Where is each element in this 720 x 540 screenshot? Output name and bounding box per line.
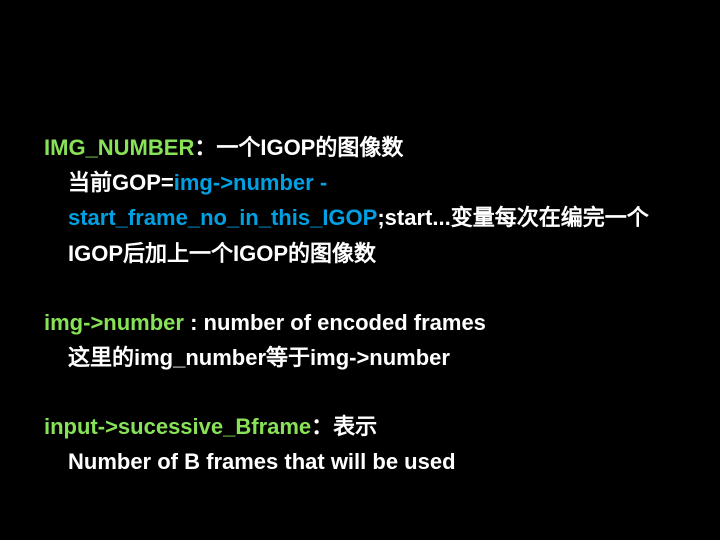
def-img-number-macro-line4: IGOP后加上一个IGOP的图像数 — [44, 236, 676, 271]
def-img-number-field-line2: 这里的img_number等于img->number — [44, 340, 676, 375]
def-img-number-macro-line2: 当前GOP=img->number - — [44, 165, 676, 200]
expr-img-number: img->number — [174, 170, 314, 195]
term-img-number-macro: IMG_NUMBER — [44, 135, 194, 160]
term-successive-bframe: input->sucessive_Bframe — [44, 414, 311, 439]
text: Number of B frames that will be used — [68, 449, 456, 474]
def-img-number-field: img->number : number of encoded frames — [44, 305, 676, 340]
text: IGOP后加上一个IGOP的图像数 — [68, 241, 376, 266]
def-successive-bframe-line2: Number of B frames that will be used — [44, 444, 676, 479]
text: 当前GOP= — [68, 170, 174, 195]
text: ：表示 — [311, 414, 377, 439]
text: : number of encoded frames — [184, 310, 486, 335]
slide-content: IMG_NUMBER：一个IGOP的图像数 当前GOP=img->number … — [0, 0, 720, 540]
expr-minus: - — [314, 170, 334, 195]
expr-start-frame-no: start_frame_no_in_this_IGOP — [68, 205, 377, 230]
text: ：一个IGOP的图像数 — [194, 135, 403, 160]
def-successive-bframe: input->sucessive_Bframe：表示 — [44, 409, 676, 444]
text: ;start...变量每次在编完一个 — [377, 205, 648, 230]
def-img-number-macro-line3: start_frame_no_in_this_IGOP;start...变量每次… — [44, 200, 676, 235]
def-img-number-macro: IMG_NUMBER：一个IGOP的图像数 — [44, 130, 676, 165]
text: 这里的img_number等于img->number — [68, 345, 450, 370]
term-img-number-field: img->number — [44, 310, 184, 335]
